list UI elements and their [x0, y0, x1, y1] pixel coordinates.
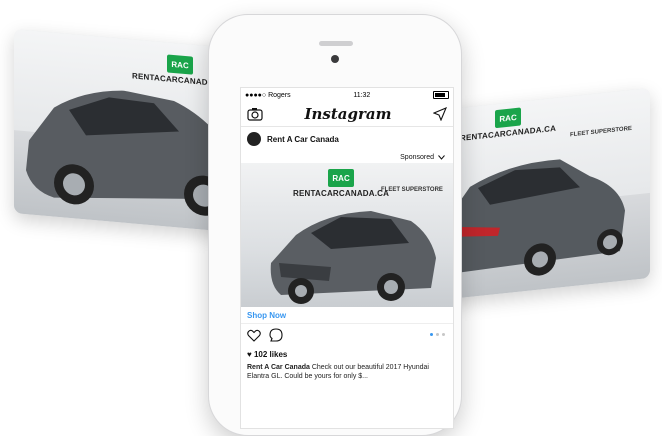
likes-count: ♥ 102 likes: [247, 350, 288, 359]
instagram-nav-bar: Instagram: [241, 102, 453, 127]
carousel-dot: [442, 333, 445, 336]
sponsored-row: Sponsored: [241, 151, 453, 163]
caption-username[interactable]: Rent A Car Canada: [247, 364, 310, 371]
post-caption: Rent A Car Canada Check out our beautifu…: [241, 361, 453, 383]
chevron-down-icon[interactable]: [438, 154, 445, 160]
carousel-dot: [436, 333, 439, 336]
post-actions: [241, 324, 453, 346]
camera-icon[interactable]: [247, 107, 263, 121]
comment-icon[interactable]: [269, 328, 283, 342]
carrier-signal: ●●●●○ Rogers: [245, 91, 291, 99]
heart-icon[interactable]: [247, 329, 261, 342]
account-name[interactable]: Rent A Car Canada: [267, 135, 339, 144]
battery-icon: [433, 91, 449, 99]
car-front-view: [270, 211, 436, 304]
likes-text: 102 likes: [253, 350, 288, 359]
clock: 11:32: [353, 91, 371, 99]
post-header: Rent A Car Canada: [241, 127, 453, 151]
instagram-screen: ●●●●○ Rogers 11:32 Instagram Rent A Car …: [240, 87, 454, 429]
speaker-grille: [319, 41, 353, 46]
paper-plane-icon[interactable]: [433, 107, 447, 121]
status-bar: ●●●●○ Rogers 11:32: [241, 88, 453, 102]
carousel-dots: [430, 333, 445, 336]
post-image[interactable]: RAC RENTACARCANADA.CA FLEET SUPERSTORE: [241, 163, 453, 307]
front-camera: [331, 55, 339, 63]
sponsored-label: Sponsored: [400, 153, 434, 161]
carousel-dot-active: [430, 333, 433, 336]
iphone-frame: ●●●●○ Rogers 11:32 Instagram Rent A Car …: [208, 14, 462, 436]
avatar[interactable]: [247, 132, 261, 146]
shop-now-button[interactable]: Shop Now: [241, 307, 453, 324]
instagram-wordmark: Instagram: [304, 105, 392, 123]
